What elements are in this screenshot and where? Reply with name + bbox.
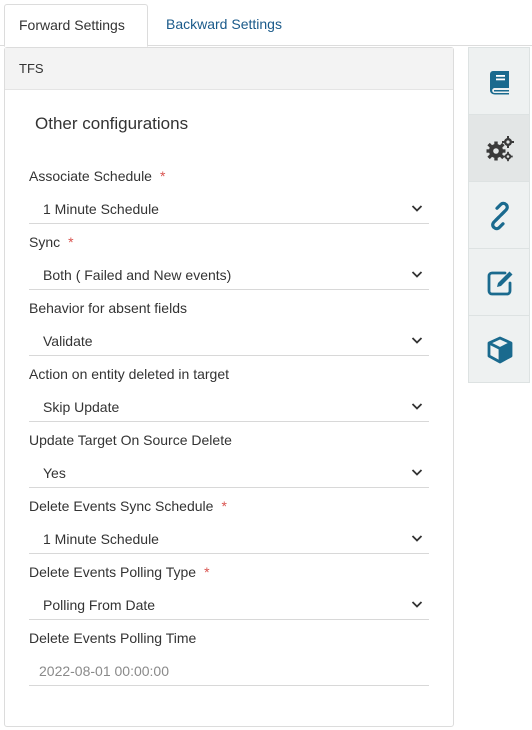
field-action-entity-deleted: Action on entity deleted in target Skip … xyxy=(29,364,429,422)
gears-icon xyxy=(486,136,514,162)
action-entity-deleted-select[interactable]: Skip Update xyxy=(29,392,429,422)
tab-forward-settings[interactable]: Forward Settings xyxy=(4,4,148,47)
field-behavior-absent-fields: Behavior for absent fields Validate xyxy=(29,298,429,356)
field-label: Behavior for absent fields xyxy=(29,300,187,316)
select-value: Both ( Failed and New events) xyxy=(43,267,232,283)
field-label: Sync * xyxy=(29,234,74,250)
delete-events-polling-time-input[interactable]: 2022-08-01 00:00:00 xyxy=(29,656,429,686)
input-value: 2022-08-01 00:00:00 xyxy=(39,663,169,679)
rail-item-settings[interactable] xyxy=(469,115,529,182)
field-associate-schedule: Associate Schedule * 1 Minute Schedule xyxy=(29,166,429,224)
rail-item-book[interactable] xyxy=(469,48,529,115)
required-marker: * xyxy=(221,498,227,514)
chevron-down-icon xyxy=(411,205,423,212)
select-value: 1 Minute Schedule xyxy=(43,201,159,217)
tab-backward-settings[interactable]: Backward Settings xyxy=(152,4,296,46)
rail-item-cube[interactable] xyxy=(469,316,529,383)
rail-item-link[interactable] xyxy=(469,182,529,249)
chevron-down-icon xyxy=(411,271,423,278)
field-update-target-source-delete: Update Target On Source Delete Yes xyxy=(29,430,429,488)
edit-icon xyxy=(487,271,513,296)
delete-events-sync-schedule-select[interactable]: 1 Minute Schedule xyxy=(29,524,429,554)
field-delete-events-polling-type: Delete Events Polling Type * Polling From… xyxy=(29,562,429,620)
select-value: Polling From Date xyxy=(43,597,156,613)
field-label: Delete Events Polling Type * xyxy=(29,564,210,580)
update-target-source-delete-select[interactable]: Yes xyxy=(29,458,429,488)
chevron-down-icon xyxy=(411,469,423,476)
panel-header: TFS xyxy=(5,48,453,90)
select-value: Yes xyxy=(43,465,66,481)
select-value: Skip Update xyxy=(43,399,120,415)
delete-events-polling-type-select[interactable]: Polling From Date xyxy=(29,590,429,620)
sync-select[interactable]: Both ( Failed and New events) xyxy=(29,260,429,290)
rail-item-edit[interactable] xyxy=(469,249,529,316)
required-marker: * xyxy=(204,564,210,580)
behavior-absent-fields-select[interactable]: Validate xyxy=(29,326,429,356)
settings-tabs: Forward Settings Backward Settings xyxy=(0,0,532,47)
chevron-down-icon xyxy=(411,337,423,344)
chevron-down-icon xyxy=(411,535,423,542)
chevron-down-icon xyxy=(411,601,423,608)
cube-icon xyxy=(487,336,513,364)
field-label: Associate Schedule * xyxy=(29,168,166,184)
right-icon-rail xyxy=(468,47,530,383)
select-value: 1 Minute Schedule xyxy=(43,531,159,547)
chevron-down-icon xyxy=(411,403,423,410)
field-delete-events-polling-time: Delete Events Polling Time 2022-08-01 00… xyxy=(29,628,429,686)
section-title: Other configurations xyxy=(35,114,189,133)
associate-schedule-select[interactable]: 1 Minute Schedule xyxy=(29,194,429,224)
link-icon xyxy=(491,201,509,231)
field-sync: Sync * Both ( Failed and New events) xyxy=(29,232,429,290)
select-value: Validate xyxy=(43,333,93,349)
required-marker: * xyxy=(159,168,166,184)
book-icon xyxy=(490,71,509,95)
required-marker: * xyxy=(68,234,74,250)
field-label: Action on entity deleted in target xyxy=(29,366,230,382)
field-delete-events-sync-schedule: Delete Events Sync Schedule * 1 Minute Sc… xyxy=(29,496,429,554)
field-label: Update Target On Source Delete xyxy=(29,432,232,448)
field-label: Delete Events Sync Schedule * xyxy=(29,498,227,514)
field-label: Delete Events Polling Time xyxy=(29,630,197,646)
settings-panel: TFS Other configurations Associate Sched… xyxy=(4,47,454,727)
